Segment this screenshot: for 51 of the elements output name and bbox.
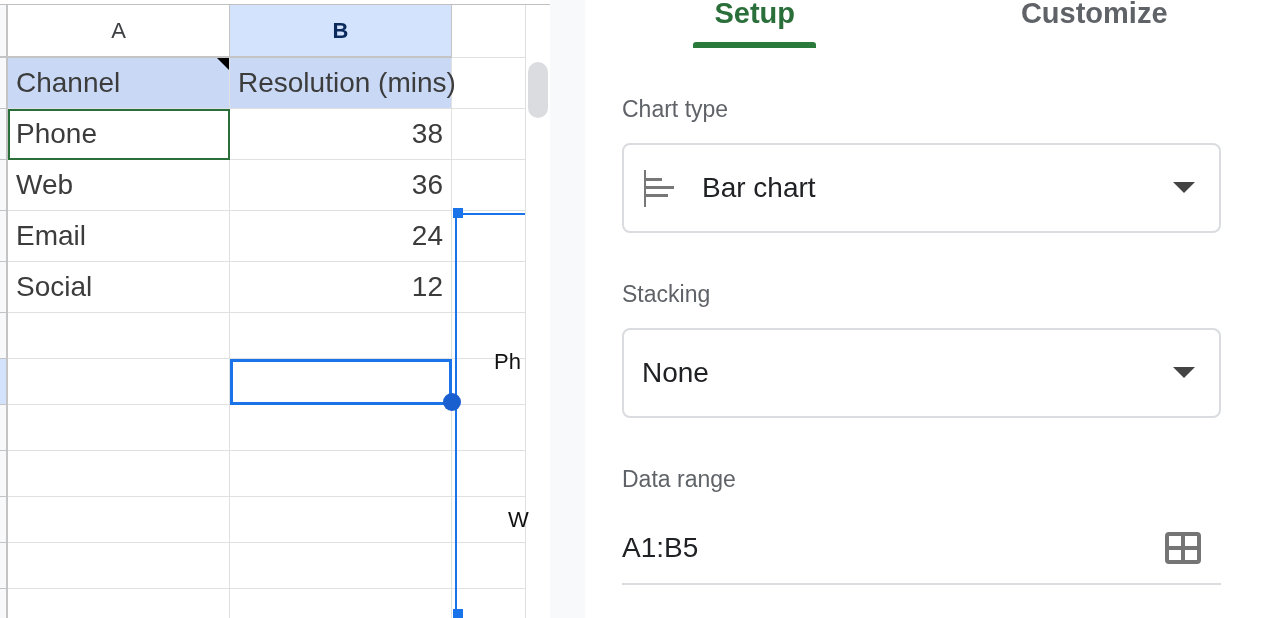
table-cell[interactable] [230, 313, 452, 359]
table-cell[interactable] [8, 497, 230, 543]
table-cell[interactable] [230, 451, 452, 497]
table-cell[interactable]: 38 [230, 109, 452, 160]
table-cell[interactable]: Email [8, 211, 230, 262]
table-cell[interactable]: Channel [8, 58, 230, 109]
row-header[interactable] [0, 405, 8, 451]
resize-handle[interactable] [453, 208, 463, 218]
dropdown[interactable]: Bar chart [622, 143, 1221, 233]
row-header[interactable] [0, 497, 8, 543]
dropdown[interactable]: None [622, 328, 1221, 418]
field-label: Data range [622, 466, 737, 493]
table-cell[interactable] [230, 543, 452, 589]
table-cell[interactable] [8, 451, 230, 497]
table-cell[interactable]: 12 [230, 262, 452, 313]
table-cell[interactable]: 24 [230, 211, 452, 262]
table-cell[interactable]: Phone [8, 109, 230, 160]
row-header[interactable] [0, 211, 8, 262]
scrollbar-thumb[interactable] [528, 62, 548, 118]
table-cell[interactable] [8, 543, 230, 589]
grid-icon[interactable] [1165, 532, 1201, 564]
chart-label: W [508, 507, 529, 533]
table-cell[interactable] [230, 359, 452, 405]
row-header[interactable] [0, 109, 8, 160]
tab[interactable]: Customize [924, 0, 1264, 48]
table-cell[interactable]: Social [8, 262, 230, 313]
row-header[interactable] [0, 160, 8, 211]
row-header[interactable] [0, 359, 8, 405]
row-header[interactable] [0, 58, 8, 109]
table-cell[interactable]: Web [8, 160, 230, 211]
table-cell[interactable] [230, 497, 452, 543]
select-all-corner[interactable] [0, 5, 8, 58]
table-cell[interactable] [8, 313, 230, 359]
table-cell[interactable] [8, 405, 230, 451]
tab[interactable]: Setup [585, 0, 925, 48]
caret-icon [1173, 367, 1195, 379]
column-header[interactable]: B [230, 5, 452, 58]
row-header[interactable] [0, 451, 8, 497]
row-header[interactable] [0, 543, 8, 589]
table-cell[interactable]: Resolution (mins) [230, 58, 452, 109]
table-cell[interactable] [8, 359, 230, 405]
caret-icon [1173, 182, 1195, 194]
data-range-field[interactable]: A1:B5 [622, 513, 1221, 585]
row-header[interactable] [0, 313, 8, 359]
resize-handle[interactable] [453, 609, 463, 618]
fill-handle[interactable] [443, 393, 461, 411]
table-cell[interactable]: 36 [230, 160, 452, 211]
chart-label: Ph [494, 349, 521, 375]
row-header[interactable] [0, 262, 8, 313]
field-label: Chart type [622, 96, 730, 123]
field-label: Stacking [622, 281, 712, 308]
